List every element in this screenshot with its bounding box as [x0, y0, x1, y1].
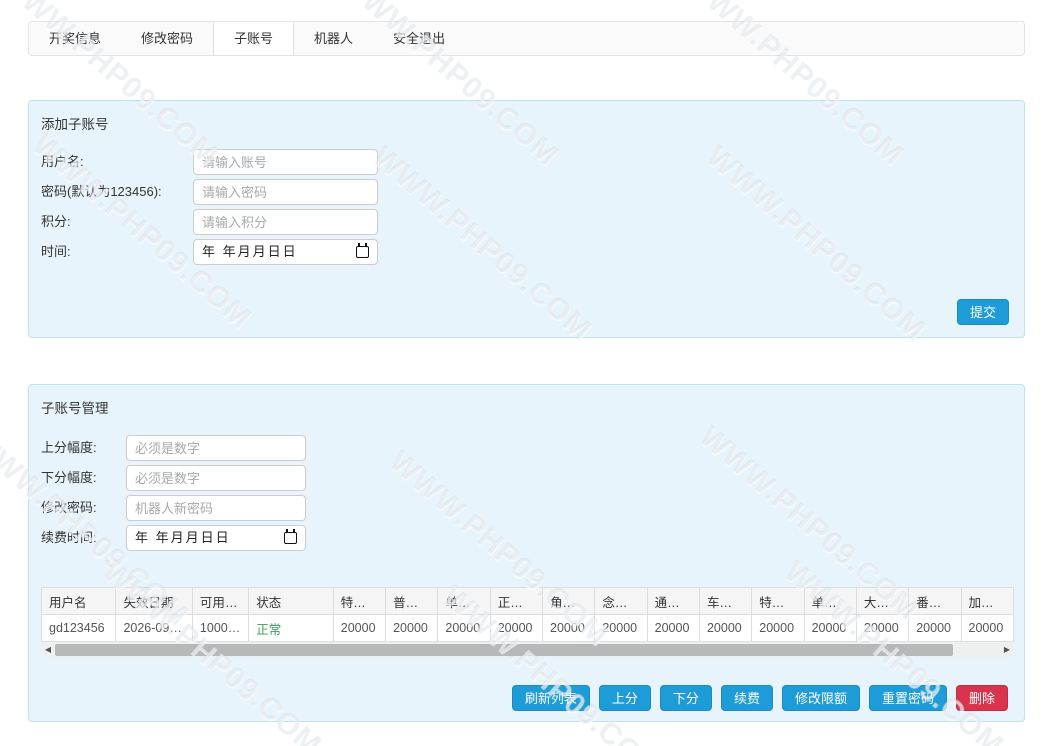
col-header: 特限额: [752, 588, 804, 615]
password-input[interactable]: [193, 179, 378, 205]
cell-limit: 20000: [856, 615, 908, 642]
cell-limit: 20000: [909, 615, 961, 642]
action-buttons: 刷新列表 上分 下分 续费 修改限额 重置密码 删除: [512, 685, 1008, 711]
points-label: 积分:: [41, 209, 71, 235]
new-password-label: 修改密码:: [41, 495, 97, 521]
renew-button[interactable]: 续费: [721, 685, 773, 711]
scroll-right-arrow-icon[interactable]: ▶: [1000, 643, 1014, 657]
add-points-label: 上分幅度:: [41, 435, 97, 461]
date-value: 年 年月月日日: [135, 525, 231, 551]
scrollbar-thumb[interactable]: [55, 644, 953, 656]
add-points-input[interactable]: [126, 435, 306, 461]
date-value: 年 年月月日日: [202, 239, 298, 265]
col-header: 状态: [249, 588, 334, 615]
cell-limit: 20000: [804, 615, 856, 642]
col-header: 正限额: [490, 588, 542, 615]
cell-limit: 20000: [647, 615, 699, 642]
refresh-list-button[interactable]: 刷新列表: [512, 685, 590, 711]
manage-subaccount-panel: 子账号管理 上分幅度: 下分幅度: 修改密码: 续费时间: 年 年月月日日: [28, 384, 1025, 722]
deduct-points-label: 下分幅度:: [41, 465, 97, 491]
renew-time-date-input[interactable]: 年 年月月日日: [126, 525, 306, 551]
scrollbar-track[interactable]: [55, 643, 1000, 657]
deduct-points-input[interactable]: [126, 465, 306, 491]
cell-expiry: 2026-09-24: [116, 615, 192, 642]
add-subaccount-panel: 添加子账号 用户名: 密码(默认为123456): 积分: 时间: 年 年月月日…: [28, 100, 1025, 338]
time-label: 时间:: [41, 239, 71, 265]
cell-limit: 20000: [752, 615, 804, 642]
cell-limit: 20000: [438, 615, 490, 642]
col-header: 失效日期: [116, 588, 192, 615]
username-label: 用户名:: [41, 149, 84, 175]
renew-time-label: 续费时间:: [41, 525, 97, 551]
scroll-left-arrow-icon[interactable]: ◀: [41, 643, 55, 657]
col-header: 车限额: [699, 588, 751, 615]
add-points-button[interactable]: 上分: [599, 685, 651, 711]
col-header: 念限额: [595, 588, 647, 615]
cell-limit: 20000: [699, 615, 751, 642]
modify-limits-button[interactable]: 修改限额: [782, 685, 860, 711]
cell-username: gd123456: [42, 615, 116, 642]
cell-limit: 20000: [386, 615, 438, 642]
submit-button[interactable]: 提交: [957, 299, 1009, 325]
horizontal-scrollbar[interactable]: ◀ ▶: [41, 643, 1014, 657]
col-header: 大小限额: [856, 588, 908, 615]
table-header-row: 用户名 失效日期 可用积分 状态 特限额 普通限额 单场总... 正限额 角限额…: [42, 588, 1014, 615]
col-header: 单双限额: [804, 588, 856, 615]
cell-status: 正常: [249, 615, 334, 642]
username-input[interactable]: [193, 149, 378, 175]
col-header: 番限额: [909, 588, 961, 615]
panel-title: 子账号管理: [41, 397, 109, 417]
time-date-input[interactable]: 年 年月月日日: [193, 239, 378, 265]
tab-sub-account[interactable]: 子账号: [213, 22, 294, 55]
calendar-icon[interactable]: [284, 532, 297, 544]
col-header: 角限额: [543, 588, 595, 615]
points-input[interactable]: [193, 209, 378, 235]
password-label: 密码(默认为123456):: [41, 179, 162, 205]
delete-button[interactable]: 删除: [956, 685, 1008, 711]
col-header: 单场总...: [438, 588, 490, 615]
calendar-icon[interactable]: [356, 246, 369, 258]
cell-limit: 20000: [543, 615, 595, 642]
reset-password-button[interactable]: 重置密码: [869, 685, 947, 711]
cell-limit: 20000: [961, 615, 1013, 642]
tab-lottery-info[interactable]: 开奖信息: [29, 22, 121, 55]
col-header: 通限额: [647, 588, 699, 615]
subaccount-table: 用户名 失效日期 可用积分 状态 特限额 普通限额 单场总... 正限额 角限额…: [41, 587, 1014, 642]
cell-limit: 20000: [333, 615, 385, 642]
col-header: 可用积分: [192, 588, 248, 615]
cell-limit: 20000: [595, 615, 647, 642]
col-header: 用户名: [42, 588, 116, 615]
col-header: 特限额: [333, 588, 385, 615]
tab-logout[interactable]: 安全退出: [373, 22, 465, 55]
col-header: 普通限额: [386, 588, 438, 615]
new-password-input[interactable]: [126, 495, 306, 521]
deduct-points-button[interactable]: 下分: [660, 685, 712, 711]
top-nav: 开奖信息 修改密码 子账号 机器人 安全退出: [28, 21, 1025, 56]
col-header: 加限额: [961, 588, 1013, 615]
cell-points: 10000...: [192, 615, 248, 642]
tab-robot[interactable]: 机器人: [294, 22, 373, 55]
panel-title: 添加子账号: [41, 113, 109, 133]
cell-limit: 20000: [490, 615, 542, 642]
table-row[interactable]: gd123456 2026-09-24 10000... 正常 20000 20…: [42, 615, 1014, 642]
tab-change-password[interactable]: 修改密码: [121, 22, 213, 55]
